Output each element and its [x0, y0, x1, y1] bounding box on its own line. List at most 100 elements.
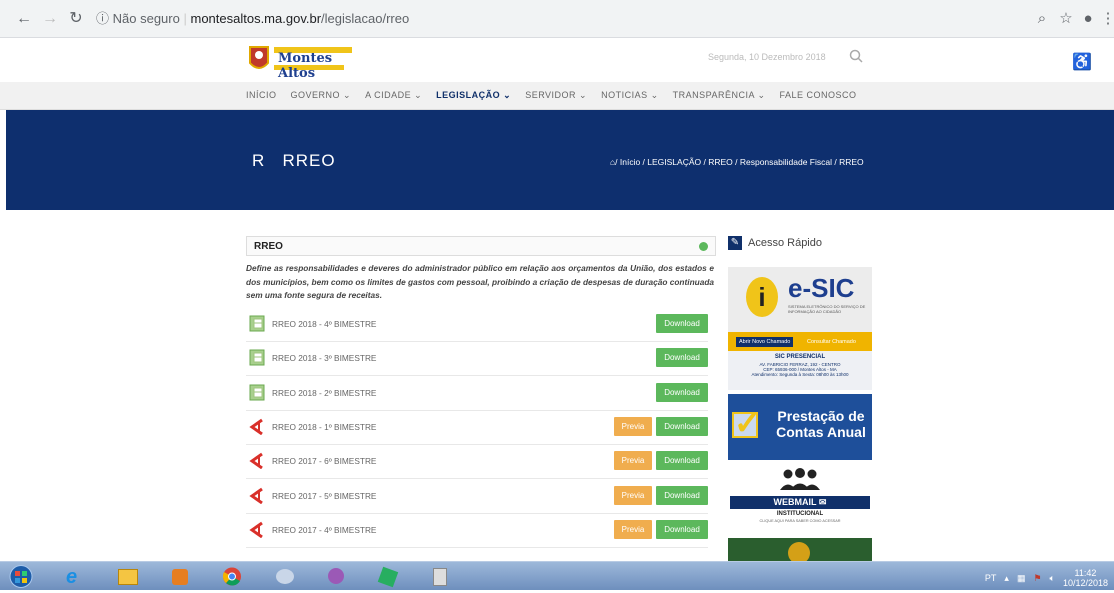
prestacao-contas-banner[interactable]: ✓ Prestação de Contas Anual [728, 394, 872, 460]
document-label[interactable]: RREO 2018 - 2º BIMESTRE [272, 388, 376, 398]
language-indicator[interactable]: PT [985, 573, 997, 583]
reload-icon[interactable]: ↻ [66, 9, 86, 29]
document-label[interactable]: RREO 2018 - 3º BIMESTRE [272, 353, 376, 363]
expand-icon[interactable] [699, 242, 708, 251]
nav-item-2[interactable]: A CIDADE ⌄ [365, 90, 422, 101]
address-bar[interactable]: ⓘ Não seguro | montesaltos.ma.gov.br/leg… [96, 7, 996, 31]
current-date: Segunda, 10 Dezembro 2018 [708, 52, 826, 62]
clock[interactable]: 11:42 10/12/2018 [1063, 568, 1108, 588]
prestacao-label: Prestação de Contas Anual [776, 408, 866, 440]
nav-item-7[interactable]: FALE CONOSCO [780, 90, 857, 101]
document-label[interactable]: RREO 2018 - 4º BIMESTRE [272, 319, 376, 329]
tray-arrow-icon[interactable]: ▴ [1004, 573, 1009, 584]
info-icon[interactable]: ⓘ [96, 11, 109, 26]
excel-icon [249, 349, 265, 366]
users-icon [780, 468, 820, 490]
breadcrumb: ⌂/ Início / LEGISLAÇÃO / RREO / Responsa… [610, 157, 864, 167]
pdf-icon [249, 487, 263, 504]
document-row: RREO 2018 - 2º BIMESTRE Download [246, 377, 708, 411]
logo-text: Montes Altos [278, 51, 333, 81]
forward-icon[interactable]: → [40, 9, 60, 29]
nav-item-5[interactable]: NOTICIAS ⌄ [601, 90, 659, 101]
site-logo[interactable]: Montes Altos [246, 41, 356, 81]
rreo-heading[interactable]: RREO [246, 236, 716, 256]
next-banner[interactable] [728, 538, 872, 561]
webmail-banner[interactable]: WEBMAIL ✉ INSTITUCIONAL CLIQUE AQUI PARA… [728, 464, 872, 534]
zoom-icon[interactable]: ⌕ [1032, 9, 1052, 29]
media-player-icon[interactable] [160, 565, 200, 588]
info-bulb-icon: i [746, 277, 778, 317]
excel-icon [249, 315, 265, 332]
nav-item-0[interactable]: INÍCIO [246, 90, 277, 101]
download-button[interactable]: Download [656, 486, 708, 505]
preview-button[interactable]: Previa [614, 486, 652, 505]
bookmark-star-icon[interactable]: ☆ [1056, 9, 1076, 29]
document-row: RREO 2018 - 1º BIMESTRE Download Previa [246, 411, 708, 445]
download-button[interactable]: Download [656, 383, 708, 402]
rreo-description: Define as responsabilidades e deveres do… [246, 263, 714, 300]
explorer-icon[interactable] [108, 565, 148, 588]
document-label[interactable]: RREO 2017 - 4º BIMESTRE [272, 525, 376, 535]
check-ticket-button[interactable]: Consultar Chamado [804, 337, 859, 347]
sic-presencial-title: SIC PRESENCIAL [774, 354, 826, 360]
chrome-icon[interactable] [212, 565, 252, 588]
checkmark-icon: ✓ [734, 405, 761, 441]
paint-icon[interactable] [264, 565, 304, 588]
pencil-icon: ✎ [728, 236, 742, 250]
ie-icon[interactable]: e [56, 565, 96, 588]
rreo-panel: RREO Define as responsabilidades e dever… [246, 236, 716, 303]
webmail-label: WEBMAIL ✉ [730, 496, 870, 509]
preview-button[interactable]: Previa [614, 451, 652, 470]
download-button[interactable]: Download [656, 417, 708, 436]
pdf-icon [249, 521, 263, 538]
calculator-icon[interactable] [420, 565, 460, 588]
site-header: Montes Altos Segunda, 10 Dezembro 2018 ♿ [0, 38, 1114, 82]
document-label[interactable]: RREO 2017 - 6º BIMESTRE [272, 456, 376, 466]
nav-item-6[interactable]: TRANSPARÊNCIA ⌄ [673, 90, 766, 101]
document-row: RREO 2017 - 5º BIMESTRE Download Previa [246, 480, 708, 514]
menu-dots-icon[interactable]: ⋮ [1098, 9, 1114, 29]
flag-alert-icon[interactable]: ⚑ [1033, 573, 1041, 584]
network-icon[interactable]: ▦ [1017, 573, 1026, 584]
accessibility-icon[interactable]: ♿ [1072, 52, 1092, 72]
system-tray: PT ▴ ▦ ⚑ 🔈︎ 11:42 10/12/2018 [985, 568, 1108, 588]
sic-hours: Atendimento: Segunda à Sexta: 08h00 às 1… [751, 372, 849, 377]
nav-item-4[interactable]: SERVIDOR ⌄ [525, 90, 587, 101]
emblem-icon [788, 542, 810, 561]
webmail-note: CLIQUE AQUI PARA SABER COMO ACESSAR [759, 519, 841, 523]
start-button[interactable] [4, 565, 44, 588]
document-label[interactable]: RREO 2018 - 1º BIMESTRE [272, 422, 376, 432]
preview-button[interactable]: Previa [614, 417, 652, 436]
nav-item-1[interactable]: GOVERNO ⌄ [291, 90, 352, 101]
pdf-icon [249, 452, 263, 469]
document-row: RREO 2017 - 4º BIMESTRE Download Previa [246, 514, 708, 548]
esic-actions: Abrir Novo Chamado Consultar Chamado [728, 332, 872, 351]
download-button[interactable]: Download [656, 451, 708, 470]
esic-banner[interactable]: i e-SIC SISTEMA ELETRÔNICO DO SERVIÇO DE… [728, 267, 872, 332]
download-button[interactable]: Download [656, 348, 708, 367]
document-label[interactable]: RREO 2017 - 5º BIMESTRE [272, 491, 376, 501]
main-nav: INÍCIO GOVERNO ⌄ A CIDADE ⌄ LEGISLAÇÃO ⌄ SER… [0, 82, 1114, 110]
page-header-banner: R RREO ⌂/ Início / LEGISLAÇÃO / RREO / R… [6, 110, 1114, 210]
windows-taskbar: e PT ▴ ▦ ⚑ 🔈︎ 11:42 10/12/2018 [0, 561, 1114, 590]
network-app-icon[interactable] [316, 565, 356, 588]
new-ticket-button[interactable]: Abrir Novo Chamado [736, 337, 794, 347]
profile-icon[interactable]: ● [1078, 9, 1098, 29]
pdf-icon [249, 418, 263, 435]
volume-icon[interactable]: 🔈︎ [1050, 573, 1055, 584]
preview-button[interactable]: Previa [614, 520, 652, 539]
webmail-sub: INSTITUCIONAL [776, 511, 824, 517]
page-title: R RREO [252, 151, 336, 170]
security-label: Não seguro [112, 11, 180, 26]
tool-icon[interactable] [368, 565, 408, 588]
quick-access-title: ✎ Acesso Rápido [728, 234, 872, 252]
download-button[interactable]: Download [656, 314, 708, 333]
nav-item-3[interactable]: LEGISLAÇÃO ⌄ [436, 90, 511, 101]
download-button[interactable]: Download [656, 520, 708, 539]
search-icon[interactable] [848, 48, 864, 64]
document-row: RREO 2017 - 6º BIMESTRE Download Previa [246, 445, 708, 479]
mail-icon: ✉ [818, 497, 827, 507]
url-domain: montesaltos.ma.gov.br [190, 11, 322, 26]
url-path: /legislacao/rreo [321, 11, 410, 26]
back-icon[interactable]: ← [14, 9, 34, 29]
